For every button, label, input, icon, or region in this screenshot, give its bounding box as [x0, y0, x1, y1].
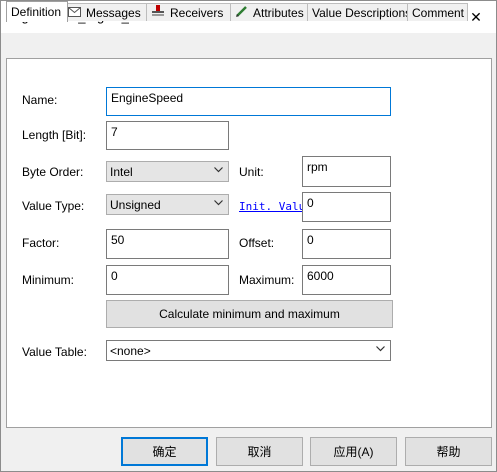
init-value-input[interactable]: 0 — [302, 192, 391, 222]
unit-label: Unit: — [239, 165, 264, 179]
tab-attributes[interactable]: Attributes — [230, 3, 312, 21]
chevron-down-icon — [214, 167, 223, 173]
offset-value: 0 — [307, 233, 314, 247]
cancel-button[interactable]: 取消 — [216, 437, 303, 466]
maximum-input[interactable]: 6000 — [302, 265, 391, 295]
tab-attributes-label: Attributes — [253, 5, 304, 20]
help-button[interactable]: 帮助 — [405, 437, 492, 466]
ok-button[interactable]: 确定 — [121, 437, 208, 466]
calculate-min-max-button[interactable]: Calculate minimum and maximum — [106, 300, 393, 328]
name-label: Name: — [22, 93, 58, 107]
byte-order-value: Intel — [110, 165, 133, 179]
length-label: Length [Bit]: — [22, 128, 87, 142]
value-table-select[interactable]: <none> — [106, 340, 391, 361]
help-label: 帮助 — [436, 445, 461, 459]
tab-messages[interactable]: Messages — [63, 3, 149, 21]
length-input[interactable]: 7 — [106, 121, 229, 150]
tab-comment-label: Comment — [412, 5, 465, 20]
apply-label: 应用(A) — [333, 445, 374, 459]
factor-value: 50 — [111, 233, 125, 247]
minimum-input[interactable]: 0 — [106, 265, 229, 295]
envelope-icon — [68, 6, 81, 20]
init-value-link[interactable]: Init. Value — [239, 200, 303, 213]
unit-value: rpm — [307, 160, 328, 174]
unit-input[interactable]: rpm — [302, 156, 391, 187]
init-value: 0 — [307, 196, 314, 210]
length-value: 7 — [111, 125, 118, 139]
maximum-label: Maximum: — [239, 273, 295, 287]
value-table-value: <none> — [110, 344, 151, 358]
tab-definition-label: Definition — [11, 5, 62, 19]
byte-order-select[interactable]: Intel — [106, 161, 229, 182]
maximum-value: 6000 — [307, 269, 334, 283]
signal-dialog: Signal 'New_Signal_1' ✕ Definition Messa… — [0, 0, 497, 472]
chevron-down-icon — [376, 346, 385, 352]
value-type-value: Unsigned — [110, 198, 161, 212]
chevron-down-icon — [214, 200, 223, 206]
apply-button[interactable]: 应用(A) — [310, 437, 397, 466]
tab-value-descriptions[interactable]: Value Descriptions — [307, 3, 413, 21]
receiver-icon — [151, 5, 165, 20]
name-value: EngineSpeed — [111, 91, 184, 105]
minimum-label: Minimum: — [22, 273, 75, 287]
pencil-icon — [235, 5, 248, 21]
tab-value-descriptions-label: Value Descriptions — [312, 5, 412, 20]
tab-comment[interactable]: Comment — [407, 3, 468, 21]
tab-receivers-label: Receivers — [170, 5, 224, 20]
value-type-select[interactable]: Unsigned — [106, 194, 229, 215]
byte-order-label: Byte Order: — [22, 165, 84, 179]
offset-input[interactable]: 0 — [302, 229, 391, 259]
tab-messages-label: Messages — [86, 5, 141, 20]
tab-receivers[interactable]: Receivers — [146, 3, 234, 21]
value-table-label: Value Table: — [22, 345, 87, 359]
cancel-label: 取消 — [247, 445, 272, 459]
factor-input[interactable]: 50 — [106, 229, 229, 259]
calculate-min-max-label: Calculate minimum and maximum — [159, 307, 340, 321]
offset-label: Offset: — [239, 236, 275, 250]
ok-label: 确定 — [152, 445, 177, 459]
factor-label: Factor: — [22, 236, 60, 250]
value-type-label: Value Type: — [22, 199, 85, 213]
name-input[interactable]: EngineSpeed — [106, 87, 391, 116]
tab-definition[interactable]: Definition — [6, 1, 68, 22]
minimum-value: 0 — [111, 269, 118, 283]
